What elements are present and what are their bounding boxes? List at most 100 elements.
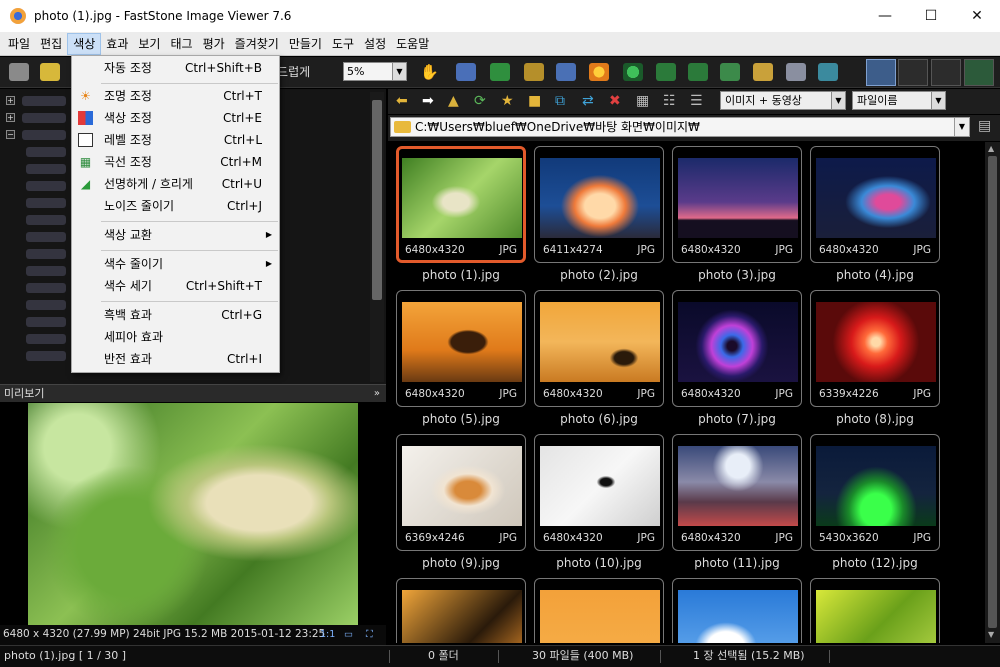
thumbnail-view-icon[interactable]: ▦ — [636, 94, 649, 109]
move-to-icon[interactable]: ⇄ — [582, 94, 594, 109]
menu-create[interactable]: 만들기 — [284, 33, 327, 55]
thumbnail-card[interactable]: 6411x4274 JPG — [534, 146, 664, 263]
menu-item-sharpen-blur[interactable]: ◢ 선명하게 / 흐리게 Ctrl+U — [72, 173, 279, 195]
tree-item[interactable] — [26, 198, 66, 208]
list-view-icon[interactable]: ☷ — [663, 94, 676, 109]
menu-item-reduce-colors[interactable]: 색수 줄이기 ▶ — [72, 253, 279, 275]
thumbnail-card[interactable] — [672, 578, 802, 643]
slideshow-icon[interactable] — [456, 63, 476, 81]
close-button[interactable]: ✕ — [954, 0, 1000, 32]
thumbnail-card[interactable]: 6480x4320 JPG — [672, 146, 802, 263]
menu-item-grayscale[interactable]: 흑백 효과 Ctrl+G — [72, 304, 279, 326]
tree-item[interactable] — [26, 232, 66, 242]
actual-size-button[interactable]: 1:1 — [320, 625, 335, 644]
tree-item[interactable] — [22, 96, 66, 106]
menu-rating[interactable]: 평가 — [198, 33, 230, 55]
tree-item[interactable] — [26, 351, 66, 361]
thumbnail-card[interactable]: 5430x3620 JPG — [810, 434, 940, 551]
menu-item-noise-reduction[interactable]: 노이즈 줄이기 Ctrl+J — [72, 195, 279, 217]
menu-item-sepia[interactable]: 세피아 효과 — [72, 326, 279, 348]
menu-item-negative[interactable]: 반전 효과 Ctrl+I — [72, 348, 279, 370]
thumbnail-card[interactable]: 6480x4320 JPG — [534, 290, 664, 407]
rotate-right-icon[interactable] — [688, 63, 708, 81]
menu-effects[interactable]: 효과 — [101, 33, 133, 55]
thumbnail-card[interactable]: 6369x4246 JPG — [396, 434, 526, 551]
thumbnail-card[interactable]: 6480x4320 JPG — [672, 434, 802, 551]
tree-item[interactable] — [26, 317, 66, 327]
back-arrow-icon[interactable]: ⬅ — [396, 94, 408, 109]
menu-item-replace-color[interactable]: 색상 교환 ▶ — [72, 224, 279, 246]
thumbnail-card[interactable]: 6480x4320 JPG — [534, 434, 664, 551]
expand-icon[interactable]: + — [6, 113, 15, 122]
tree-item[interactable] — [26, 334, 66, 344]
scroll-down-icon[interactable]: ▼ — [988, 630, 994, 639]
thumbnail-card[interactable]: 6480x4320 JPG — [396, 146, 526, 263]
menu-tags[interactable]: 태그 — [165, 33, 197, 55]
details-view-icon[interactable]: ☰ — [690, 94, 703, 109]
file-type-filter[interactable]: 이미지 + 동영상 ▼ — [720, 91, 846, 110]
email-icon[interactable] — [818, 63, 838, 81]
red-eye-icon[interactable] — [623, 63, 643, 81]
layout-fullscreen-button[interactable] — [931, 59, 961, 86]
scroll-thumb[interactable] — [988, 156, 997, 628]
tree-item[interactable] — [26, 266, 66, 276]
compare-icon[interactable] — [490, 63, 510, 81]
menu-item-curves[interactable]: ▦ 곡선 조정 Ctrl+M — [72, 151, 279, 173]
thumbnail-card[interactable]: 6480x4320 JPG — [810, 146, 940, 263]
scroll-up-icon[interactable]: ▲ — [988, 144, 994, 153]
flip-icon[interactable] — [720, 63, 740, 81]
menu-file[interactable]: 파일 — [3, 33, 35, 55]
menu-item-color-adjust[interactable]: 색상 조정 Ctrl+E — [72, 107, 279, 129]
menu-settings[interactable]: 설정 — [359, 33, 391, 55]
layout-preview-button[interactable] — [898, 59, 928, 86]
thumbnail-card[interactable]: 6480x4320 JPG — [396, 290, 526, 407]
browser-scrollbar[interactable]: ▲ ▼ — [985, 142, 1000, 643]
new-folder-icon[interactable]: ■ — [528, 94, 541, 109]
thumbnail-card[interactable] — [534, 578, 664, 643]
tree-item[interactable] — [26, 215, 66, 225]
favorite-folder-icon[interactable]: ★ — [501, 94, 514, 109]
preview-image[interactable] — [28, 403, 358, 625]
refresh-icon[interactable]: ⟳ — [474, 94, 486, 109]
collapse-chevron-icon[interactable]: » — [374, 385, 380, 402]
menu-color[interactable]: 색상 — [67, 32, 102, 55]
thumbnail-card[interactable] — [396, 578, 526, 643]
tree-scrollbar[interactable] — [370, 92, 384, 382]
resize-icon[interactable] — [556, 63, 576, 81]
menu-item-levels[interactable]: 레벨 조정 Ctrl+L — [72, 129, 279, 151]
copy-to-icon[interactable]: ⧉ — [555, 94, 565, 109]
wallpaper-icon[interactable] — [753, 63, 773, 81]
tree-item[interactable] — [26, 283, 66, 293]
crop-icon[interactable] — [524, 63, 544, 81]
thumbnail-card[interactable]: 6339x4226 JPG — [810, 290, 940, 407]
collapse-icon[interactable]: − — [6, 130, 15, 139]
thumbnail-card[interactable]: 6480x4320 JPG — [672, 290, 802, 407]
print-icon[interactable] — [786, 63, 806, 81]
menu-help[interactable]: 도움말 — [391, 33, 434, 55]
monitor-icon[interactable]: ▭ — [344, 625, 353, 644]
menu-item-count-colors[interactable]: 색수 세기 Ctrl+Shift+T — [72, 275, 279, 297]
path-input[interactable]: C:₩Users₩bluef₩OneDrive₩바탕 화면₩이미지₩ — [390, 117, 956, 137]
fit-screen-button[interactable] — [964, 59, 994, 86]
tree-item[interactable] — [22, 130, 66, 140]
maximize-button[interactable]: ☐ — [908, 0, 954, 32]
delete-icon[interactable]: ✖ — [609, 94, 621, 109]
scroll-thumb[interactable] — [372, 100, 382, 300]
zoom-select[interactable]: 5% ▼ — [343, 62, 407, 81]
forward-arrow-icon[interactable]: ➡ — [422, 94, 434, 109]
camera-icon[interactable] — [9, 63, 29, 81]
sort-select[interactable]: 파일이름 ▼ — [852, 91, 946, 110]
tree-item[interactable] — [26, 164, 66, 174]
layout-browser-button[interactable] — [866, 59, 896, 86]
expand-icon[interactable]: + — [6, 96, 15, 105]
tree-item[interactable] — [26, 181, 66, 191]
tree-item[interactable] — [22, 113, 66, 123]
fit-icon[interactable]: ⛶ — [366, 625, 373, 644]
hand-tool-icon[interactable]: ✋ — [420, 63, 440, 81]
menu-tools[interactable]: 도구 — [327, 33, 359, 55]
rotate-left-icon[interactable] — [656, 63, 676, 81]
menu-favorites[interactable]: 즐겨찾기 — [230, 33, 284, 55]
lighting-icon[interactable] — [589, 63, 609, 81]
parent-folder-icon[interactable]: ▲ — [448, 94, 459, 109]
tree-item[interactable] — [26, 147, 66, 157]
